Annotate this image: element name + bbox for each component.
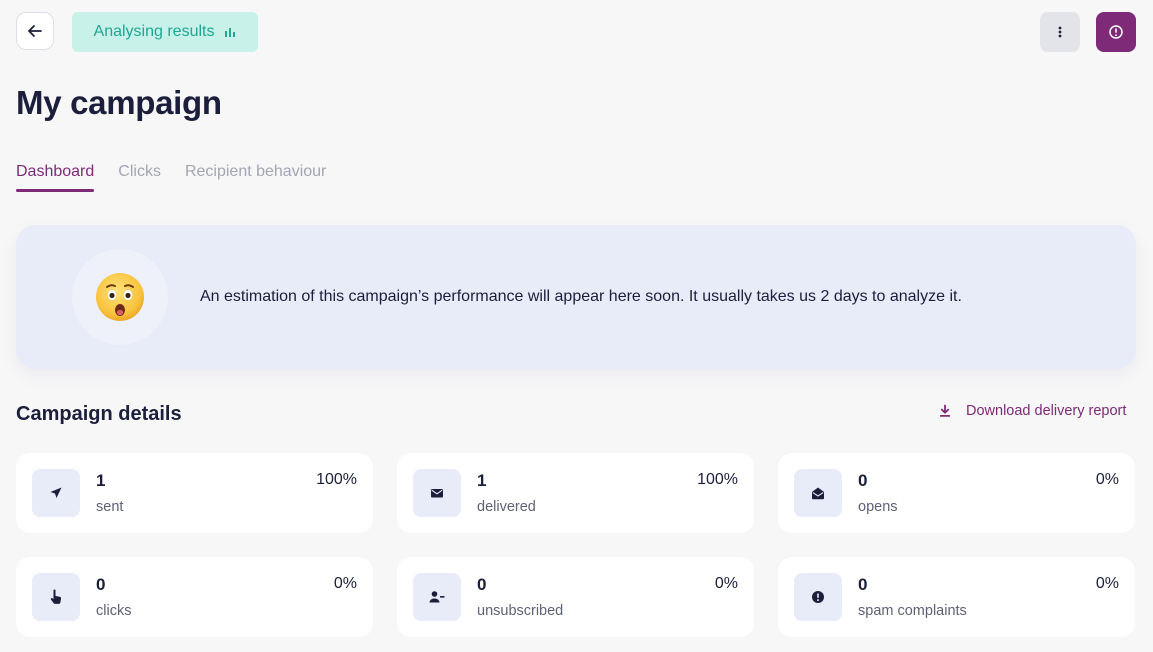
- tab-bar: Dashboard Clicks Recipient behaviour: [16, 163, 326, 192]
- stat-value: 0: [477, 575, 487, 594]
- stat-icon-box: [413, 573, 461, 621]
- stat-value: 0: [96, 575, 106, 594]
- more-vertical-icon: [1058, 26, 1062, 38]
- arrow-left-icon: [28, 25, 42, 37]
- stat-icon-box: [794, 469, 842, 517]
- page-title: My campaign: [16, 84, 222, 121]
- back-button[interactable]: [16, 12, 54, 50]
- tab-clicks[interactable]: Clicks: [118, 163, 161, 189]
- stat-icon-box: [413, 469, 461, 517]
- tab-recipient-behaviour[interactable]: Recipient behaviour: [185, 163, 326, 189]
- pointer-hand-icon: [50, 589, 62, 604]
- status-badge: Analysing results: [72, 12, 258, 52]
- download-icon: [940, 404, 950, 417]
- download-label: Download delivery report: [966, 403, 1127, 419]
- stat-label: unsubscribed: [477, 603, 564, 619]
- status-label: Analysing results: [93, 23, 215, 40]
- estimation-message: An estimation of this campaign’s perform…: [200, 288, 962, 305]
- stat-percent: 0%: [1095, 471, 1119, 488]
- astonished-face-icon: [96, 273, 144, 321]
- stat-value: 0: [858, 471, 868, 490]
- info-icon: [1109, 25, 1123, 39]
- stat-card-spam-complaints: 0 spam complaints 0%: [778, 557, 1135, 637]
- stat-label: clicks: [96, 603, 132, 619]
- stat-card-unsubscribed: 0 unsubscribed 0%: [397, 557, 754, 637]
- user-minus-icon: [429, 591, 445, 603]
- stat-card-delivered: 1 delivered 100%: [397, 453, 754, 533]
- envelope-open-icon: [812, 487, 824, 500]
- stat-label: sent: [96, 499, 124, 515]
- download-delivery-report-link[interactable]: Download delivery report: [938, 403, 1126, 419]
- stat-label: spam complaints: [858, 603, 967, 619]
- stat-percent: 100%: [697, 471, 738, 488]
- info-button[interactable]: [1096, 12, 1136, 52]
- tab-dashboard[interactable]: Dashboard: [16, 163, 95, 192]
- stat-percent: 0%: [333, 575, 357, 592]
- stat-icon-box: [32, 573, 80, 621]
- stat-percent: 0%: [714, 575, 738, 592]
- estimation-banner: An estimation of this campaign’s perform…: [16, 225, 1136, 369]
- stat-card-clicks: 0 clicks 0%: [16, 557, 373, 637]
- stat-card-opens: 0 opens 0%: [778, 453, 1135, 533]
- stat-value: 0: [858, 575, 868, 594]
- stat-percent: 100%: [316, 471, 357, 488]
- stat-value: 1: [477, 471, 487, 490]
- envelope-icon: [431, 489, 443, 498]
- campaign-details-title: Campaign details: [16, 403, 182, 425]
- send-icon: [50, 487, 62, 498]
- stat-label: delivered: [477, 499, 536, 515]
- alert-circle-icon: [812, 591, 824, 603]
- stat-icon-box: [32, 469, 80, 517]
- stat-icon-box: [794, 573, 842, 621]
- stat-value: 1: [96, 471, 106, 490]
- emoji-circle: [72, 249, 168, 345]
- bar-chart-icon: [225, 28, 236, 37]
- stat-label: opens: [858, 499, 898, 515]
- stat-card-sent: 1 sent 100%: [16, 453, 373, 533]
- more-options-button[interactable]: [1040, 12, 1080, 52]
- stat-percent: 0%: [1095, 575, 1119, 592]
